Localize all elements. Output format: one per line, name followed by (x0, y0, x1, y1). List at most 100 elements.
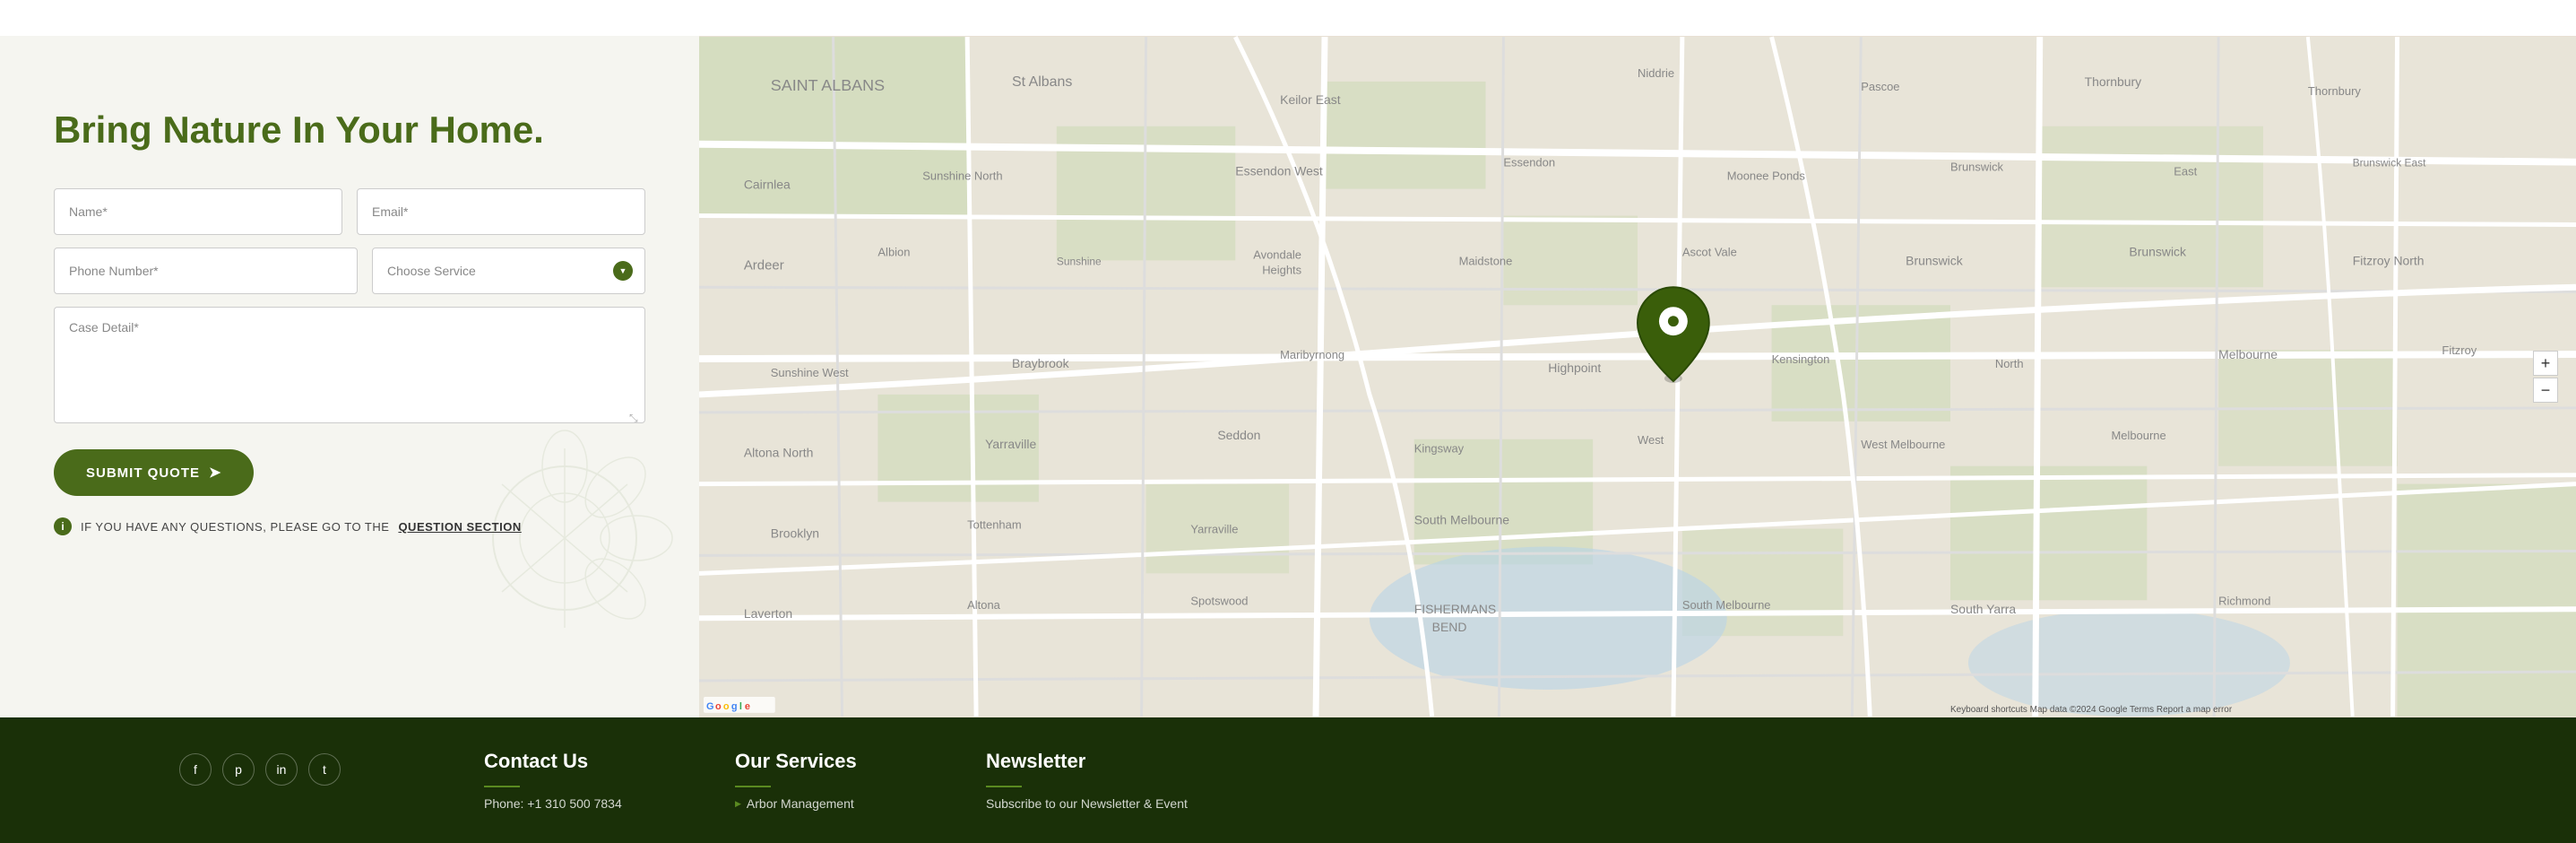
svg-text:Laverton: Laverton (744, 606, 792, 621)
svg-text:g: g (731, 701, 738, 712)
svg-text:Brunswick: Brunswick (2129, 244, 2186, 258)
svg-text:Avondale: Avondale (1253, 248, 1301, 261)
question-section-link[interactable]: QUESTION SECTION (398, 520, 521, 534)
map-controls: + − (2533, 351, 2558, 403)
notice-text: IF YOU HAVE ANY QUESTIONS, PLEASE GO TO … (81, 520, 389, 534)
svg-text:Thornbury: Thornbury (2085, 74, 2142, 89)
contact-divider (484, 786, 520, 787)
linkedin-icon[interactable]: in (265, 753, 298, 786)
svg-text:Melbourne: Melbourne (2111, 429, 2165, 442)
svg-text:l: l (739, 701, 742, 712)
main-content: Bring Nature In Your Home. Choose Servic… (0, 36, 2576, 717)
svg-text:Thornbury: Thornbury (2308, 84, 2362, 98)
top-bar (0, 0, 2576, 36)
services-item-1[interactable]: Arbor Management (735, 796, 914, 811)
svg-text:Essendon West: Essendon West (1235, 164, 1323, 178)
svg-text:Ascot Vale: Ascot Vale (1682, 245, 1737, 258)
svg-text:Yarraville: Yarraville (985, 437, 1036, 451)
svg-text:Seddon: Seddon (1217, 428, 1260, 442)
facebook-icon[interactable]: f (179, 753, 212, 786)
footer-services: Our Services Arbor Management (735, 750, 914, 811)
email-input[interactable] (357, 188, 645, 235)
svg-text:Yarraville: Yarraville (1190, 523, 1238, 536)
svg-text:East: East (2174, 165, 2197, 178)
twitter-icon[interactable]: t (308, 753, 341, 786)
svg-text:Sunshine North: Sunshine North (922, 169, 1002, 183)
svg-text:Moonee Ponds: Moonee Ponds (1727, 169, 1806, 183)
svg-text:West: West (1638, 433, 1664, 447)
svg-text:Maidstone: Maidstone (1459, 254, 1513, 267)
zoom-in-button[interactable]: + (2533, 351, 2558, 376)
svg-text:Brunswick: Brunswick (1950, 161, 2004, 174)
svg-text:Brooklyn: Brooklyn (771, 526, 819, 540)
form-panel: Bring Nature In Your Home. Choose Servic… (0, 36, 699, 717)
svg-text:Melbourne: Melbourne (2218, 347, 2278, 361)
svg-text:West Melbourne: West Melbourne (1861, 438, 1945, 451)
svg-text:Altona North: Altona North (744, 446, 814, 460)
services-divider (735, 786, 771, 787)
name-input[interactable] (54, 188, 342, 235)
svg-text:Sunshine West: Sunshine West (771, 366, 849, 379)
submit-label: SUBMIT QUOTE (86, 465, 200, 481)
svg-text:Altona: Altona (967, 598, 1001, 612)
svg-text:Brunswick: Brunswick (1906, 253, 1963, 267)
footer: f p in t Contact Us Phone: +1 310 500 78… (0, 717, 2576, 843)
svg-text:Maribyrnong: Maribyrnong (1280, 348, 1344, 361)
textarea-wrapper: ⤡ (54, 307, 645, 428)
map-container: SAINT ALBANS St Albans Keilor East Niddr… (699, 36, 2576, 717)
svg-text:o: o (715, 701, 722, 712)
svg-text:o: o (723, 701, 730, 712)
svg-text:Niddrie: Niddrie (1638, 66, 1674, 80)
svg-text:South Melbourne: South Melbourne (1414, 513, 1510, 527)
svg-text:Fitzroy North: Fitzroy North (2353, 253, 2425, 267)
svg-text:Spotswood: Spotswood (1190, 594, 1248, 607)
footer-social: f p in t (179, 750, 341, 786)
svg-text:Ardeer: Ardeer (744, 257, 784, 273)
case-detail-textarea[interactable] (54, 307, 645, 423)
submit-quote-button[interactable]: SUBMIT QUOTE ➤ (54, 449, 254, 496)
svg-text:Essendon: Essendon (1503, 156, 1555, 169)
newsletter-divider (986, 786, 1022, 787)
svg-text:Highpoint: Highpoint (1548, 361, 1601, 375)
map-panel: SAINT ALBANS St Albans Keilor East Niddr… (699, 36, 2576, 717)
info-icon: i (54, 517, 72, 535)
newsletter-text: Subscribe to our Newsletter & Event (986, 796, 1188, 811)
svg-text:Fitzroy: Fitzroy (2442, 343, 2477, 357)
resize-handle-icon[interactable]: ⤡ (629, 412, 640, 422)
svg-text:SAINT ALBANS: SAINT ALBANS (771, 76, 885, 94)
svg-text:G: G (706, 701, 714, 712)
svg-text:Kensington: Kensington (1772, 352, 1830, 366)
svg-text:FISHERMANS: FISHERMANS (1414, 602, 1496, 616)
svg-text:Brunswick East: Brunswick East (2353, 157, 2426, 169)
form-row-2: Choose Service Arbor Management Landscap… (54, 248, 645, 294)
map-svg: SAINT ALBANS St Albans Keilor East Niddr… (699, 36, 2576, 717)
form-content: Bring Nature In Your Home. Choose Servic… (54, 108, 645, 535)
service-select[interactable]: Choose Service Arbor Management Landscap… (372, 248, 645, 294)
svg-text:South Melbourne: South Melbourne (1682, 598, 1771, 612)
svg-text:North: North (1995, 357, 2024, 370)
service-select-wrapper: Choose Service Arbor Management Landscap… (372, 248, 645, 294)
pinterest-icon[interactable]: p (222, 753, 255, 786)
svg-text:BEND: BEND (1432, 620, 1467, 634)
form-row-1 (54, 188, 645, 235)
question-notice: i IF YOU HAVE ANY QUESTIONS, PLEASE GO T… (54, 517, 645, 535)
zoom-out-button[interactable]: − (2533, 378, 2558, 403)
phone-input[interactable] (54, 248, 358, 294)
contact-title: Contact Us (484, 750, 663, 773)
contact-phone: Phone: +1 310 500 7834 (484, 796, 663, 811)
footer-newsletter: Newsletter Subscribe to our Newsletter &… (986, 750, 1188, 811)
svg-text:Pascoe: Pascoe (1861, 80, 1899, 93)
svg-text:Cairnlea: Cairnlea (744, 178, 791, 192)
svg-text:South Yarra: South Yarra (1950, 602, 2016, 616)
svg-text:St Albans: St Albans (1012, 74, 1072, 90)
svg-text:Braybrook: Braybrook (1012, 356, 1069, 370)
footer-contact: Contact Us Phone: +1 310 500 7834 (484, 750, 663, 811)
svg-text:e: e (745, 701, 750, 712)
svg-text:Tottenham: Tottenham (967, 518, 1021, 532)
form-title: Bring Nature In Your Home. (54, 108, 645, 152)
svg-text:Sunshine: Sunshine (1057, 255, 1102, 267)
newsletter-title: Newsletter (986, 750, 1188, 773)
services-title: Our Services (735, 750, 914, 773)
arrow-icon: ➤ (209, 464, 221, 482)
svg-text:Keyboard shortcuts Map data ©: Keyboard shortcuts Map data ©2024 Google… (1950, 705, 2233, 715)
